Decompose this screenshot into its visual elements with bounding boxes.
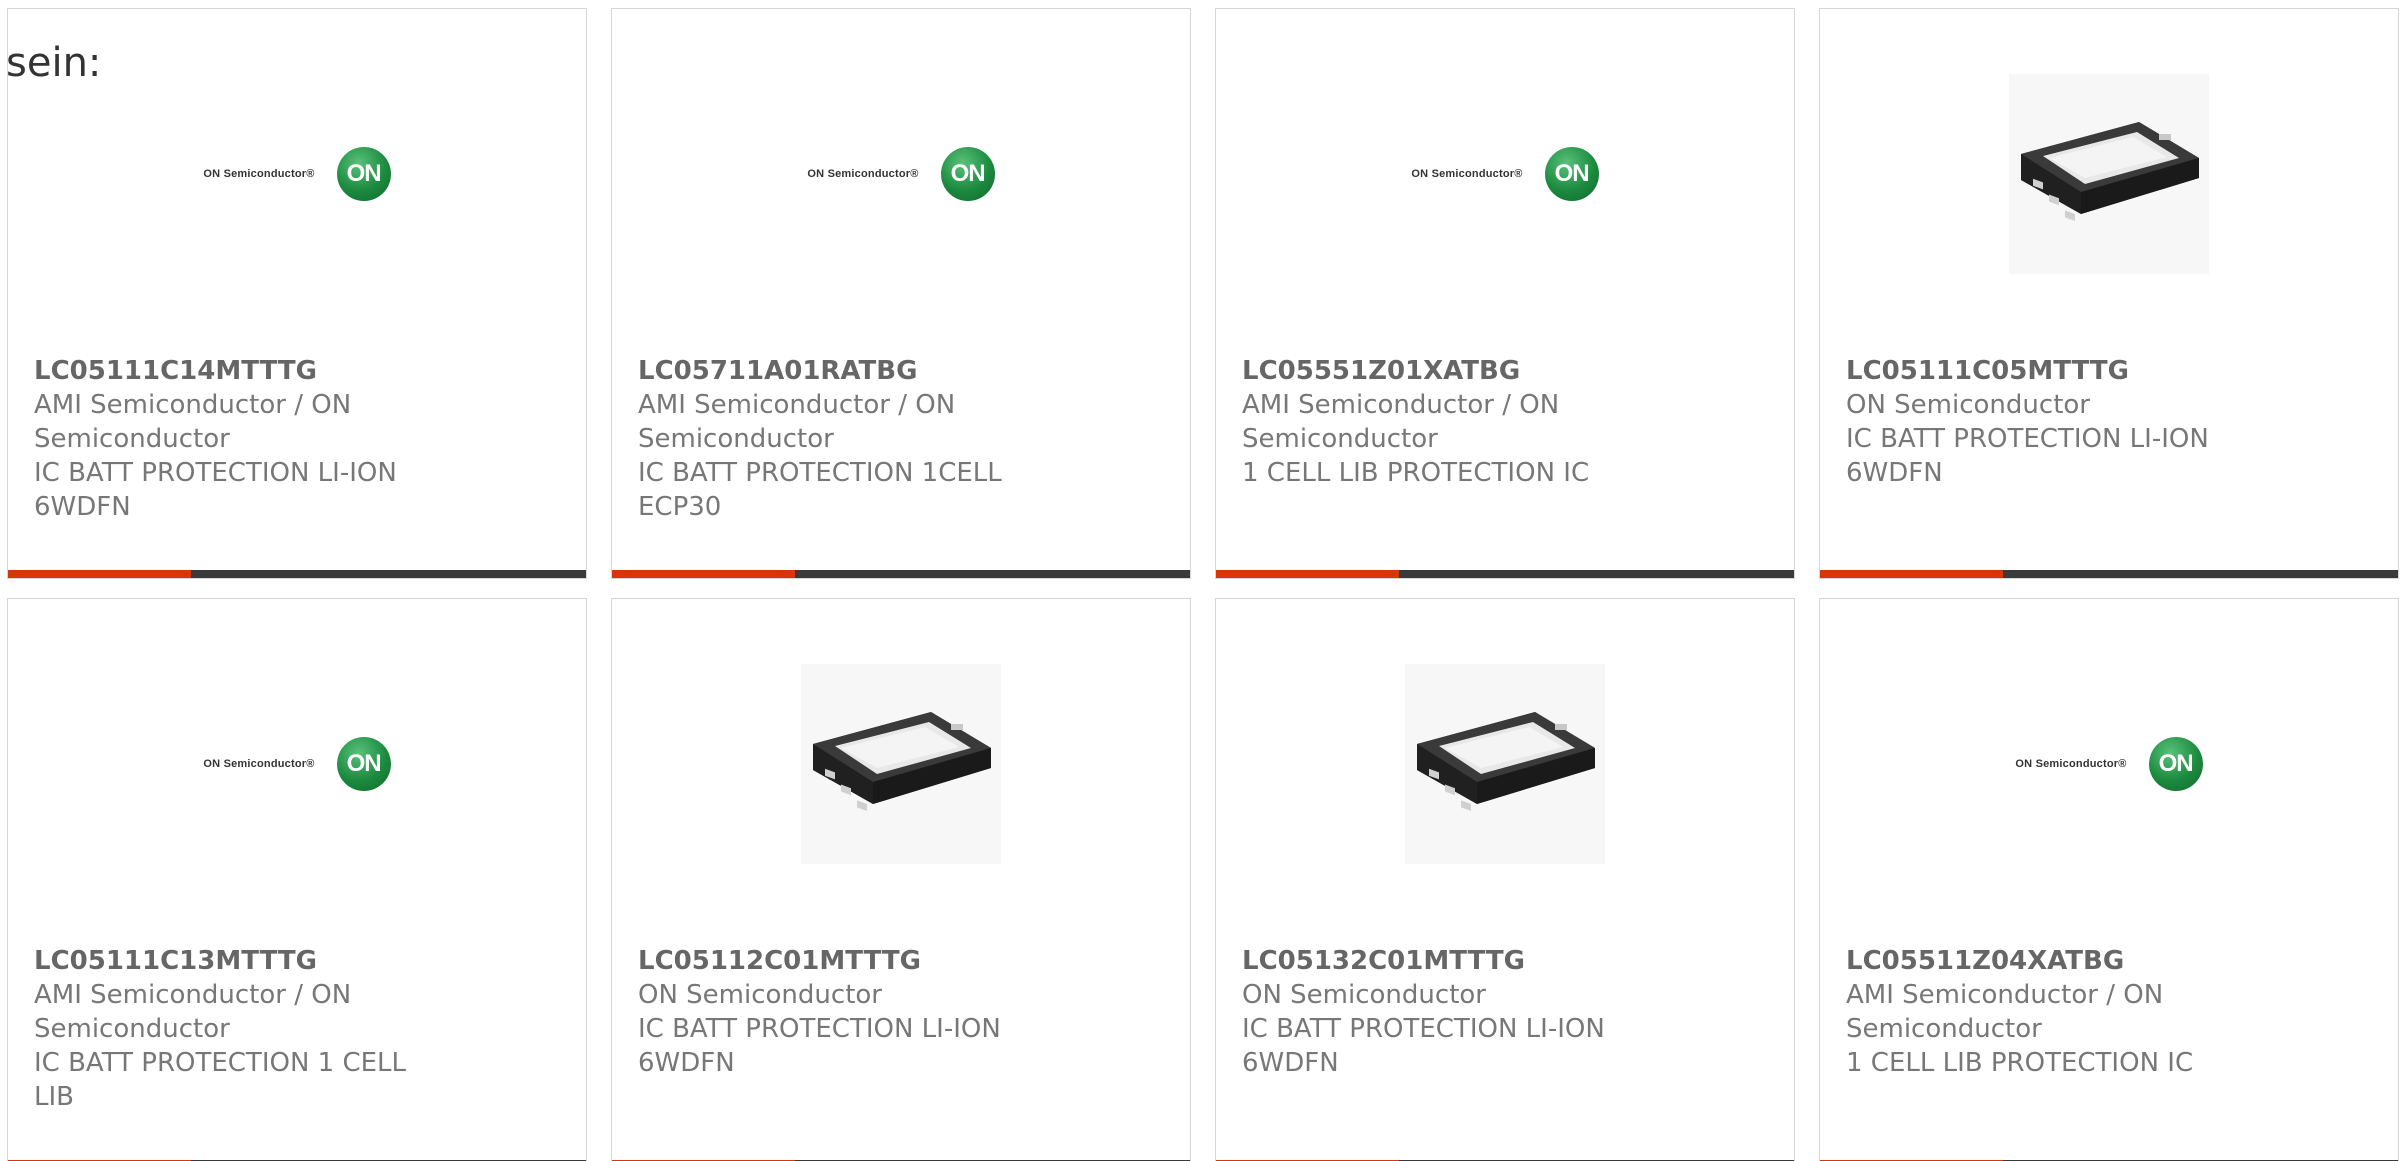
product-image: ON Semiconductor® ON [8,599,586,929]
wdfn-chip-photo [801,664,1001,864]
part-number[interactable]: LC05511Z04XATBG [1846,944,2246,978]
product-info: LC05111C14MTTTG AMI Semiconductor / ON S… [34,354,434,524]
logo-mark: ON [336,737,391,791]
part-number[interactable]: LC05112C01MTTTG [638,944,1038,978]
manufacturer: ON Semiconductor [638,980,882,1010]
logo-text: ON Semiconductor® [203,758,315,770]
logo-mark: ON [940,147,995,201]
product-image [1216,599,1794,929]
manufacturer: AMI Semiconductor / ON Semiconductor [1846,980,2164,1044]
manufacturer: AMI Semiconductor / ON Semiconductor [1242,390,1560,454]
description: 1 CELL LIB PROTECTION IC [1242,458,1590,488]
part-number[interactable]: LC05111C05MTTTG [1846,354,2246,388]
part-number[interactable]: LC05711A01RATBG [638,354,1038,388]
product-info: LC05511Z04XATBG AMI Semiconductor / ON S… [1846,944,2246,1080]
product-image: ON Semiconductor® ON [612,9,1190,339]
card-accent-bar [1216,570,1399,578]
product-card[interactable]: ON Semiconductor® ON LC05511Z04XATBG AMI… [1819,598,2399,1161]
on-semiconductor-logo: ON Semiconductor® ON [203,147,391,201]
product-info: LC05111C05MTTTG ON Semiconductor IC BATT… [1846,354,2246,490]
product-info: LC05551Z01XATBG AMI Semiconductor / ON S… [1242,354,1642,490]
card-bottom-bar [8,570,586,578]
intro-text: sein: [6,40,102,86]
logo-text: ON Semiconductor® [203,168,315,180]
on-semiconductor-logo: ON Semiconductor® ON [203,737,391,791]
manufacturer: ON Semiconductor [1846,390,2090,420]
logo-mark: ON [2148,737,2203,791]
manufacturer: AMI Semiconductor / ON Semiconductor [638,390,956,454]
product-info: LC05132C01MTTTG ON Semiconductor IC BATT… [1242,944,1642,1080]
logo-text: ON Semiconductor® [1411,168,1523,180]
product-grid-page: sein: ON Semiconductor® ON LC05111C14MTT… [0,0,2400,1161]
product-grid: ON Semiconductor® ON LC05111C14MTTTG AMI… [7,8,2399,1161]
logo-text: ON Semiconductor® [807,168,919,180]
manufacturer: ON Semiconductor [1242,980,1486,1010]
product-image [612,599,1190,929]
on-semiconductor-logo: ON Semiconductor® ON [2015,737,2203,791]
product-info: LC05111C13MTTTG AMI Semiconductor / ON S… [34,944,434,1114]
product-card[interactable]: ON Semiconductor® ON LC05111C14MTTTG AMI… [7,8,587,579]
part-number[interactable]: LC05132C01MTTTG [1242,944,1642,978]
product-image: ON Semiconductor® ON [1820,599,2398,929]
product-info: LC05112C01MTTTG ON Semiconductor IC BATT… [638,944,1038,1080]
description: IC BATT PROTECTION LI-ION 6WDFN [638,1014,1001,1078]
product-card[interactable]: LC05111C05MTTTG ON Semiconductor IC BATT… [1819,8,2399,579]
description: IC BATT PROTECTION LI-ION 6WDFN [1846,424,2209,488]
card-accent-bar [8,570,191,578]
logo-mark: ON [336,147,391,201]
card-accent-bar [1820,570,2003,578]
description: IC BATT PROTECTION LI-ION 6WDFN [1242,1014,1605,1078]
description: IC BATT PROTECTION 1 CELL LIB [34,1048,407,1112]
manufacturer: AMI Semiconductor / ON Semiconductor [34,980,352,1044]
card-bottom-bar [1216,570,1794,578]
product-card[interactable]: ON Semiconductor® ON LC05711A01RATBG AMI… [611,8,1191,579]
wdfn-chip-photo [2009,74,2209,274]
wdfn-chip-photo [1405,664,1605,864]
logo-text: ON Semiconductor® [2015,758,2127,770]
product-card[interactable]: LC05112C01MTTTG ON Semiconductor IC BATT… [611,598,1191,1161]
card-bottom-bar [612,570,1190,578]
part-number[interactable]: LC05551Z01XATBG [1242,354,1642,388]
description: IC BATT PROTECTION 1CELL ECP30 [638,458,1002,522]
product-card[interactable]: ON Semiconductor® ON LC05111C13MTTTG AMI… [7,598,587,1161]
logo-mark: ON [1544,147,1599,201]
manufacturer: AMI Semiconductor / ON Semiconductor [34,390,352,454]
description: 1 CELL LIB PROTECTION IC [1846,1048,2194,1078]
description: IC BATT PROTECTION LI-ION 6WDFN [34,458,397,522]
product-image [1820,9,2398,339]
part-number[interactable]: LC05111C13MTTTG [34,944,434,978]
part-number[interactable]: LC05111C14MTTTG [34,354,434,388]
product-info: LC05711A01RATBG AMI Semiconductor / ON S… [638,354,1038,524]
product-card[interactable]: ON Semiconductor® ON LC05551Z01XATBG AMI… [1215,8,1795,579]
card-accent-bar [612,570,795,578]
on-semiconductor-logo: ON Semiconductor® ON [807,147,995,201]
on-semiconductor-logo: ON Semiconductor® ON [1411,147,1599,201]
card-bottom-bar [1820,570,2398,578]
product-image: ON Semiconductor® ON [1216,9,1794,339]
product-card[interactable]: LC05132C01MTTTG ON Semiconductor IC BATT… [1215,598,1795,1161]
